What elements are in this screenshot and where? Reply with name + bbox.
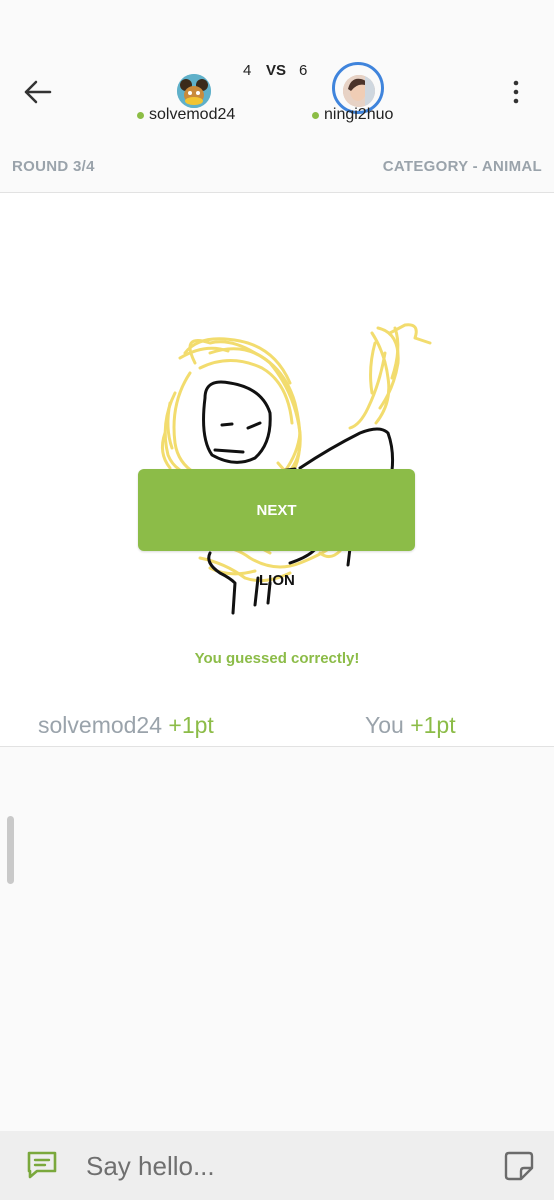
opponent-avatar[interactable] [177,74,211,108]
opponent-points-value: +1pt [168,712,214,738]
more-vertical-icon[interactable] [502,76,530,110]
opponent-name: solvemod24 [149,106,236,123]
online-dot-left [137,112,144,119]
mouse-avatar-icon [177,74,211,108]
answer-word: LION [259,572,295,589]
scroll-handle[interactable] [7,816,14,884]
vs-label: VS [266,62,287,79]
online-dot-right [312,112,319,119]
own-points-name: You [365,712,404,738]
round-label: ROUND 3/4 [12,158,95,175]
own-points: You +1pt [365,712,456,739]
own-name: ningi2huo [324,106,394,123]
category-label: CATEGORY - ANIMAL [382,158,542,175]
chat-input[interactable] [86,1146,476,1186]
points-summary: solvemod24 +1pt You +1pt [0,712,554,746]
score-display: 4 VS 6 [0,62,554,82]
opponent-points-name: solvemod24 [38,712,163,738]
sticker-icon[interactable] [503,1150,535,1182]
score-right: 6 [299,62,308,79]
chat-bubble-icon[interactable] [25,1149,59,1181]
opponent-points: solvemod24 +1pt [38,712,214,739]
chat-messages-area[interactable] [0,747,554,1130]
own-points-value: +1pt [410,712,456,738]
next-button[interactable]: NEXT [138,469,415,551]
top-bar: 4 VS 6 solvemod24 ningi2huo [0,0,554,140]
result-message: You guessed correctly! [194,650,360,667]
score-left: 4 [243,62,252,79]
